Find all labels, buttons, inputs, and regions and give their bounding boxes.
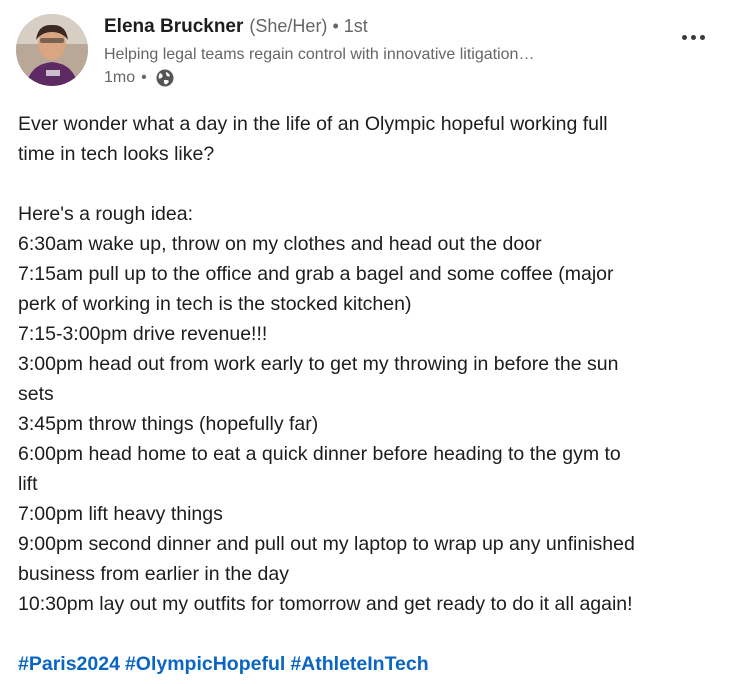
author-name[interactable]: Elena Bruckner [104,16,243,38]
text-line: 7:15-3:00pm drive revenue!!! [18,323,268,345]
post-header: Elena Bruckner (She/Her) • 1st Helping l… [16,14,736,94]
text-line: 7:00pm lift heavy things [18,503,223,525]
degree-separator: • [332,16,339,36]
post-time-line: 1mo • [104,66,664,90]
text-line: 10:30pm lay out my outfits for tomorrow … [18,593,633,615]
text-line: sets [18,383,54,405]
intro-paragraph: Ever wonder what a day in the life of an… [18,109,738,169]
post-body: Ever wonder what a day in the life of an… [18,109,738,679]
connection-degree: 1st [343,16,368,36]
text-line: Here's a rough idea: [18,203,193,225]
text-line: 6:30am wake up, throw on my clothes and … [18,233,542,255]
hashtag-link[interactable]: #Paris2024 [18,653,120,675]
author-meta: Elena Bruckner (She/Her) • 1st Helping l… [104,16,664,90]
text-line: business from earlier in the day [18,563,289,585]
more-dot [700,35,705,40]
text-line: 9:00pm second dinner and pull out my lap… [18,533,635,555]
schedule-paragraph: Here's a rough idea: 6:30am wake up, thr… [18,199,738,619]
text-line: 3:00pm head out from work early to get m… [18,353,619,375]
author-headline: Helping legal teams regain control with … [104,46,535,63]
text-line: 3:45pm throw things (hopefully far) [18,413,319,435]
hashtag-list: #Paris2024 #OlympicHopeful #AthleteInTech [18,649,738,679]
author-avatar[interactable] [16,14,88,86]
more-dot [682,35,687,40]
more-dot [691,35,696,40]
text-line: time in tech looks like? [18,143,215,165]
feed-post: Elena Bruckner (She/Her) • 1st Helping l… [0,0,752,684]
time-separator: • [141,69,147,86]
globe-icon [155,68,175,88]
hashtag-link[interactable]: #AthleteInTech [290,653,428,675]
text-line: 6:00pm head home to eat a quick dinner b… [18,443,621,465]
text-line: lift [18,473,38,495]
post-time: 1mo [104,69,136,86]
avatar-photo [16,14,88,86]
text-line: perk of working in tech is the stocked k… [18,293,412,315]
author-pronouns: (She/Her) [249,16,328,36]
hashtag-link[interactable]: #OlympicHopeful [125,653,285,675]
text-line: Ever wonder what a day in the life of an… [18,113,608,135]
author-name-line: Elena Bruckner (She/Her) • 1st [104,16,664,44]
text-line: 7:15am pull up to the office and grab a … [18,263,614,285]
more-options-button[interactable] [682,30,706,46]
